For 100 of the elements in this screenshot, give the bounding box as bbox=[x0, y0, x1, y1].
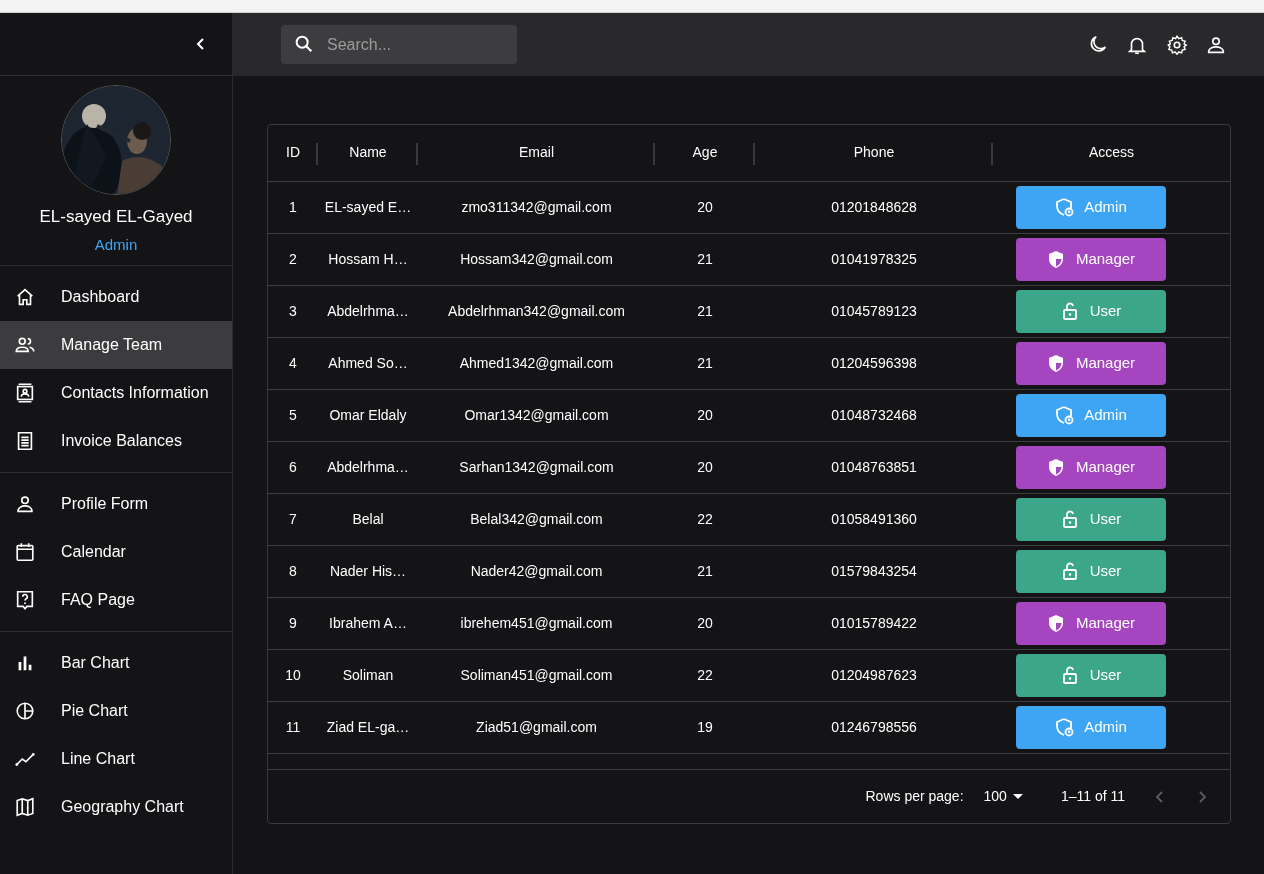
table-cell: 01041978325 bbox=[755, 233, 993, 285]
column-header: Phone bbox=[853, 144, 895, 161]
table-cell: 20 bbox=[655, 441, 755, 493]
table-cell: Ziad51@gmail.com bbox=[418, 701, 655, 753]
home-icon bbox=[14, 286, 36, 308]
table-cell: 01204596398 bbox=[755, 337, 993, 389]
table-cell: Ziad EL-ga… bbox=[318, 701, 418, 753]
column-header: Email bbox=[519, 144, 554, 161]
rows-per-page-label: Rows per page: bbox=[865, 787, 964, 806]
table-cell: 8 bbox=[268, 545, 318, 597]
access-level-tag: Manager bbox=[1015, 601, 1166, 645]
column-header: Age bbox=[692, 144, 718, 161]
sidebar-item[interactable]: FAQ Page bbox=[0, 576, 232, 624]
access-level-tag: User bbox=[1015, 497, 1166, 541]
search-field[interactable]: Search... bbox=[281, 25, 517, 64]
table-cell: 01048732468 bbox=[755, 389, 993, 441]
sidebar-item[interactable]: Contacts Information bbox=[0, 369, 232, 417]
table-cell: Hossam H… bbox=[318, 233, 418, 285]
caret-icon bbox=[1012, 793, 1023, 800]
table-cell: 20 bbox=[655, 389, 755, 441]
user-name: EL-sayed EL-Gayed bbox=[39, 206, 193, 228]
table-cell: 22 bbox=[655, 649, 755, 701]
table-cell: Belal342@gmail.com bbox=[418, 493, 655, 545]
table-cell: 01204987623 bbox=[755, 649, 993, 701]
table-cell: 01246798556 bbox=[755, 701, 993, 753]
page-range: 1–11 of 11 bbox=[1060, 787, 1125, 806]
shield-person-icon bbox=[1054, 405, 1075, 425]
table-cell: 21 bbox=[655, 545, 755, 597]
access-level-tag: Admin bbox=[1015, 185, 1166, 229]
table-cell: Ahmed So… bbox=[318, 337, 418, 389]
table-cell: Hossam342@gmail.com bbox=[418, 233, 655, 285]
table-cell: Nader His… bbox=[318, 545, 418, 597]
table-cell: 19 bbox=[655, 701, 755, 753]
table-cell: Nader42@gmail.com bbox=[418, 545, 655, 597]
table-cell: 4 bbox=[268, 337, 318, 389]
table-cell: 01201848628 bbox=[755, 181, 993, 233]
table-cell: 7 bbox=[268, 493, 318, 545]
table-cell: 01045789123 bbox=[755, 285, 993, 337]
table-cell: 20 bbox=[655, 181, 755, 233]
access-level-tag: Admin bbox=[1015, 705, 1166, 749]
access-level-tag: Manager bbox=[1015, 445, 1166, 489]
table-cell: 01058491360 bbox=[755, 493, 993, 545]
shield-person-icon bbox=[1054, 197, 1075, 217]
shield-person-icon bbox=[1054, 717, 1075, 737]
user-role: Admin bbox=[94, 234, 138, 255]
table-cell: 6 bbox=[268, 441, 318, 493]
table-cell: Belal bbox=[318, 493, 418, 545]
table-cell: Omar1342@gmail.com bbox=[418, 389, 655, 441]
table-cell: Sarhan1342@gmail.com bbox=[418, 441, 655, 493]
access-level-tag: Manager bbox=[1015, 341, 1166, 385]
table-cell: Abdelrhma… bbox=[318, 441, 418, 493]
sidebar-item[interactable]: Calendar bbox=[0, 528, 232, 576]
table-cell: 2 bbox=[268, 233, 318, 285]
table-cell: Abdelrhma… bbox=[318, 285, 418, 337]
column-header: ID bbox=[286, 144, 300, 161]
help-icon bbox=[14, 589, 36, 611]
table-cell: 21 bbox=[655, 233, 755, 285]
person-icon bbox=[14, 493, 36, 515]
table-cell: 20 bbox=[655, 597, 755, 649]
table-cell: 10 bbox=[268, 649, 318, 701]
contact-card-icon bbox=[14, 382, 36, 404]
table-cell: Soliman451@gmail.com bbox=[418, 649, 655, 701]
table-cell: ibrehem451@gmail.com bbox=[418, 597, 655, 649]
access-level-tag: User bbox=[1015, 549, 1166, 593]
calendar-icon bbox=[14, 541, 36, 563]
table-cell: Ibrahem A… bbox=[318, 597, 418, 649]
sidebar-item[interactable]: Line Chart bbox=[0, 735, 232, 783]
access-level-tag: Admin bbox=[1015, 393, 1166, 437]
table-cell: 11 bbox=[268, 701, 318, 753]
access-level-tag: User bbox=[1015, 653, 1166, 697]
table-cell: EL-sayed E… bbox=[318, 181, 418, 233]
column-header: Name bbox=[349, 144, 387, 161]
rows-per-page-select[interactable]: 100 bbox=[977, 785, 1029, 808]
map-icon bbox=[14, 796, 36, 818]
sidebar-item[interactable]: Profile Form bbox=[0, 480, 232, 528]
pie-chart-icon bbox=[14, 700, 36, 722]
table-cell: zmo311342@gmail.com bbox=[418, 181, 655, 233]
sidebar-item[interactable]: Pie Chart bbox=[0, 687, 232, 735]
table-cell: Soliman bbox=[318, 649, 418, 701]
table-cell: 01015789422 bbox=[755, 597, 993, 649]
table-cell: Ahmed1342@gmail.com bbox=[418, 337, 655, 389]
sidebar-item[interactable]: Dashboard bbox=[0, 273, 232, 321]
sidebar-item[interactable]: Invoice Balances bbox=[0, 417, 232, 465]
sidebar-item[interactable]: Manage Team bbox=[0, 321, 232, 369]
sidebar-item[interactable]: Geography Chart bbox=[0, 783, 232, 831]
table-cell: 5 bbox=[268, 389, 318, 441]
table-cell: 9 bbox=[268, 597, 318, 649]
table-cell: Omar Eldaly bbox=[318, 389, 418, 441]
sidebar-item[interactable]: Bar Chart bbox=[0, 639, 232, 687]
access-level-tag: Manager bbox=[1015, 237, 1166, 281]
table-cell: 3 bbox=[268, 285, 318, 337]
table-cell: Abdelrhman342@gmail.com bbox=[418, 285, 655, 337]
table-cell: 1 bbox=[268, 181, 318, 233]
access-level-tag: User bbox=[1015, 289, 1166, 333]
search-icon bbox=[293, 33, 315, 55]
table-cell: 22 bbox=[655, 493, 755, 545]
table-cell: 21 bbox=[655, 285, 755, 337]
column-header: Access bbox=[1088, 144, 1135, 161]
table-cell: 01579843254 bbox=[755, 545, 993, 597]
table-cell: 21 bbox=[655, 337, 755, 389]
